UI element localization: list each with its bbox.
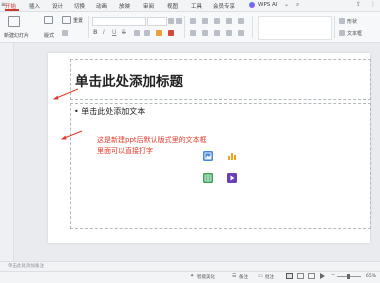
content-placeholder-box[interactable] — [70, 103, 371, 229]
notes-pane[interactable] — [0, 261, 380, 271]
decrease-indent-icon[interactable] — [214, 18, 220, 24]
reset-icon[interactable] — [62, 16, 71, 24]
text-direction-icon[interactable] — [238, 30, 244, 36]
smart-beautify-button[interactable]: 智能美化 — [197, 274, 215, 280]
search-icon[interactable]: ⌕ — [296, 1, 299, 9]
bullet-list-icon[interactable] — [190, 18, 196, 24]
notes-icon[interactable]: ☰ — [232, 273, 236, 279]
justify-icon[interactable] — [226, 30, 232, 36]
tab-review[interactable]: 审阅 — [143, 2, 154, 10]
align-right-icon[interactable] — [214, 30, 220, 36]
zoom-out-icon[interactable]: − — [331, 272, 335, 278]
arrow-to-title-head — [53, 95, 59, 100]
annotation-line-1: 这是新建ppt后默认版式里的文本框 — [97, 136, 207, 144]
comment-icon[interactable]: ▭ — [258, 273, 263, 279]
menu-bar: ≡ 开始 插入 设计 切换 动画 放映 审阅 视图 工具 会员专享 WPS AI… — [0, 0, 380, 12]
more-icon[interactable]: ⋮ — [370, 1, 376, 8]
chart-icon[interactable] — [227, 151, 237, 161]
layout-icon[interactable] — [44, 16, 53, 24]
strikethrough-icon[interactable]: S — [122, 29, 126, 36]
font-name-select[interactable] — [92, 17, 146, 26]
shape-icon[interactable] — [339, 18, 345, 24]
share-icon[interactable]: ⇪ — [356, 1, 361, 8]
reading-view-icon[interactable] — [308, 273, 315, 279]
tab-slideshow[interactable]: 放映 — [119, 2, 130, 10]
ribbon-divider — [184, 16, 185, 38]
font-size-select[interactable] — [147, 17, 167, 26]
sorter-view-icon[interactable] — [297, 273, 304, 279]
reset-label[interactable]: 重置 — [73, 17, 83, 24]
subscript-icon[interactable] — [144, 30, 150, 36]
arrow-to-content-head — [61, 135, 67, 140]
normal-view-icon[interactable] — [286, 273, 293, 279]
shape-gallery[interactable] — [258, 16, 332, 40]
zoom-level[interactable]: 65% — [366, 274, 376, 279]
wps-ai-button[interactable]: WPS AI — [258, 2, 277, 8]
font-color-icon[interactable] — [168, 30, 174, 36]
superscript-icon[interactable] — [134, 30, 140, 36]
new-slide-icon[interactable] — [8, 16, 20, 27]
italic-icon[interactable]: I — [103, 29, 105, 36]
wps-ai-icon — [249, 2, 255, 8]
ribbon-divider — [88, 16, 89, 38]
section-icon[interactable] — [62, 30, 68, 36]
tab-animations[interactable]: 动画 — [96, 2, 107, 10]
tab-view[interactable]: 视图 — [167, 2, 178, 10]
zoom-slider-thumb[interactable] — [347, 274, 350, 279]
table-icon[interactable] — [203, 173, 213, 183]
tab-member[interactable]: 会员专享 — [213, 2, 235, 10]
video-icon[interactable] — [227, 173, 237, 183]
notes-placeholder[interactable]: 单击此处添加备注 — [8, 263, 44, 269]
notes-button[interactable]: 备注 — [239, 274, 248, 280]
textbox-icon[interactable] — [339, 30, 345, 36]
bold-icon[interactable]: B — [93, 29, 98, 36]
tab-tools[interactable]: 工具 — [191, 2, 202, 10]
active-tab-indicator — [5, 9, 19, 11]
line-spacing-icon[interactable] — [238, 18, 244, 24]
comments-button[interactable]: 批注 — [265, 274, 274, 280]
annotation-arrows — [53, 88, 83, 140]
align-center-icon[interactable] — [202, 30, 208, 36]
play-icon[interactable] — [320, 273, 325, 279]
tab-design[interactable]: 设计 — [52, 2, 63, 10]
annotation-line-2: 里面可以直接打字 — [97, 147, 153, 155]
highlight-icon[interactable] — [156, 30, 162, 36]
numbered-list-icon[interactable] — [202, 18, 208, 24]
tab-insert[interactable]: 插入 — [29, 2, 40, 10]
tab-transitions[interactable]: 切换 — [74, 2, 85, 10]
layout-label[interactable]: 版式 — [44, 32, 54, 39]
shape-label[interactable]: 形状 — [347, 18, 357, 25]
magic-wand-icon[interactable]: ✦ — [190, 273, 194, 279]
chevron-down-icon[interactable]: ⌄ — [284, 1, 289, 8]
underline-icon[interactable]: U — [112, 29, 116, 36]
align-left-icon[interactable] — [190, 30, 196, 36]
ribbon-divider — [252, 16, 253, 38]
title-placeholder-text[interactable]: 单击此处添加标题 — [75, 70, 183, 90]
new-slide-label[interactable]: 新建幻灯片 — [4, 32, 29, 39]
shrink-font-icon[interactable] — [176, 18, 182, 24]
ribbon-divider — [334, 16, 335, 38]
grow-font-icon[interactable] — [168, 18, 174, 24]
picture-icon[interactable] — [203, 151, 213, 161]
increase-indent-icon[interactable] — [226, 18, 232, 24]
slide-thumbnail-panel[interactable] — [0, 43, 14, 261]
textbox-label[interactable]: 文本框 — [347, 30, 362, 37]
